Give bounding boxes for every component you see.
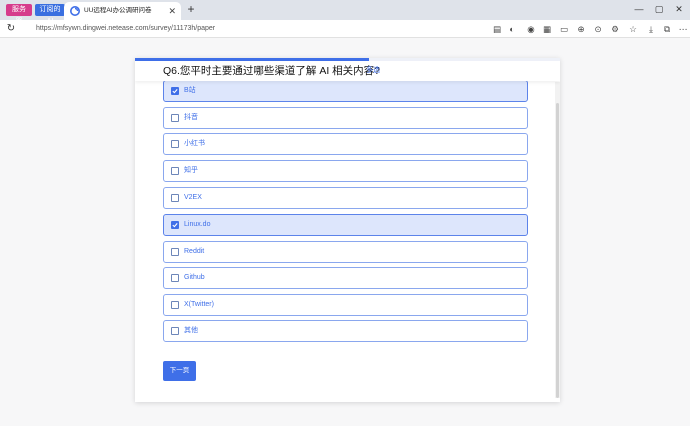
favorites-icon[interactable]: ☆ [628, 24, 638, 34]
option-bilibili[interactable]: B站 [163, 80, 528, 102]
pinned-tab-server[interactable]: 服务器 [6, 4, 32, 25]
option-label: 其他 [184, 327, 198, 334]
maximize-icon[interactable]: ▢ [652, 3, 666, 15]
pinned-tab-ai[interactable]: 订阅的AI [35, 4, 65, 25]
translate-icon[interactable]: ◐ [507, 24, 517, 34]
minimize-icon[interactable]: — [632, 3, 646, 15]
checkbox[interactable] [171, 194, 179, 202]
checkbox[interactable] [171, 114, 179, 122]
checkbox[interactable] [171, 274, 179, 282]
question-header: Q6.您平时主要通过哪些渠道了解 AI 相关内容? 多选 [135, 61, 560, 81]
check-icon [172, 223, 178, 228]
navigation-bar: ↻ https://mfsywn.dingwei.netease.com/sur… [0, 20, 690, 38]
option-label: Github [184, 274, 205, 281]
option-github[interactable]: Github [163, 267, 528, 289]
address-bar[interactable]: https://mfsywn.dingwei.netease.com/surve… [34, 23, 504, 35]
option-x-twitter[interactable]: X(Twitter) [163, 294, 528, 316]
cast-icon[interactable]: ▭ [559, 24, 569, 34]
tab-title: UU远程AI办公调研问卷 [84, 7, 152, 14]
option-label: X(Twitter) [184, 301, 214, 308]
more-menu-icon[interactable]: ⋯ [678, 24, 688, 34]
tab-close-icon[interactable]: ✕ [168, 5, 176, 17]
calendar-icon[interactable]: ▦ [542, 24, 552, 34]
checkbox[interactable] [171, 87, 179, 95]
checkbox[interactable] [171, 248, 179, 256]
extension-icon[interactable]: ◉ [526, 24, 536, 34]
vpn-icon[interactable]: ⊕ [576, 24, 586, 34]
survey-favicon-icon [70, 6, 80, 16]
checkbox[interactable] [171, 221, 179, 229]
option-label: 抖音 [184, 114, 198, 121]
survey-card: Q6.您平时主要通过哪些渠道了解 AI 相关内容? 多选 B站 抖音 小红书 知… [135, 58, 560, 402]
option-label: V2EX [184, 194, 202, 201]
settings-icon[interactable]: ⚙ [610, 24, 620, 34]
option-xiaohongshu[interactable]: 小红书 [163, 133, 528, 155]
option-zhihu[interactable]: 知乎 [163, 160, 528, 182]
collections-icon[interactable]: ⧉ [662, 24, 672, 34]
downloads-icon[interactable]: ⤓ [646, 24, 656, 34]
question-title: Q6.您平时主要通过哪些渠道了解 AI 相关内容? [163, 65, 381, 77]
option-other[interactable]: 其他 [163, 320, 528, 342]
scrollbar-thumb[interactable] [556, 103, 559, 398]
check-icon [172, 89, 178, 94]
option-label: 小红书 [184, 140, 205, 147]
option-label: B站 [184, 87, 196, 94]
window-close-icon[interactable]: ✕ [672, 3, 686, 15]
checkbox[interactable] [171, 301, 179, 309]
tab-strip: 服务器 订阅的AI UU远程AI办公调研问卷 ✕ + — ▢ ✕ [0, 0, 690, 25]
checkbox[interactable] [171, 167, 179, 175]
checkbox[interactable] [171, 327, 179, 335]
new-tab-icon[interactable]: + [184, 2, 198, 16]
next-page-button[interactable]: 下一页 [163, 361, 196, 381]
active-tab[interactable]: UU远程AI办公调研问卷 ✕ [64, 2, 181, 20]
question-type-badge: 多选 [366, 67, 380, 74]
option-linux-do[interactable]: Linux.do [163, 214, 528, 236]
option-reddit[interactable]: Reddit [163, 241, 528, 263]
reader-mode-icon[interactable]: ▤ [492, 24, 502, 34]
option-label: 知乎 [184, 167, 198, 174]
option-label: Reddit [184, 248, 205, 255]
checkbox[interactable] [171, 140, 179, 148]
option-douyin[interactable]: 抖音 [163, 107, 528, 129]
url-text[interactable]: https://mfsywn.dingwei.netease.com/surve… [36, 23, 215, 35]
option-label: Linux.do [184, 221, 211, 228]
profile-icon[interactable]: ⊙ [593, 24, 603, 34]
option-v2ex[interactable]: V2EX [163, 187, 528, 209]
reload-icon[interactable]: ↻ [5, 23, 17, 35]
